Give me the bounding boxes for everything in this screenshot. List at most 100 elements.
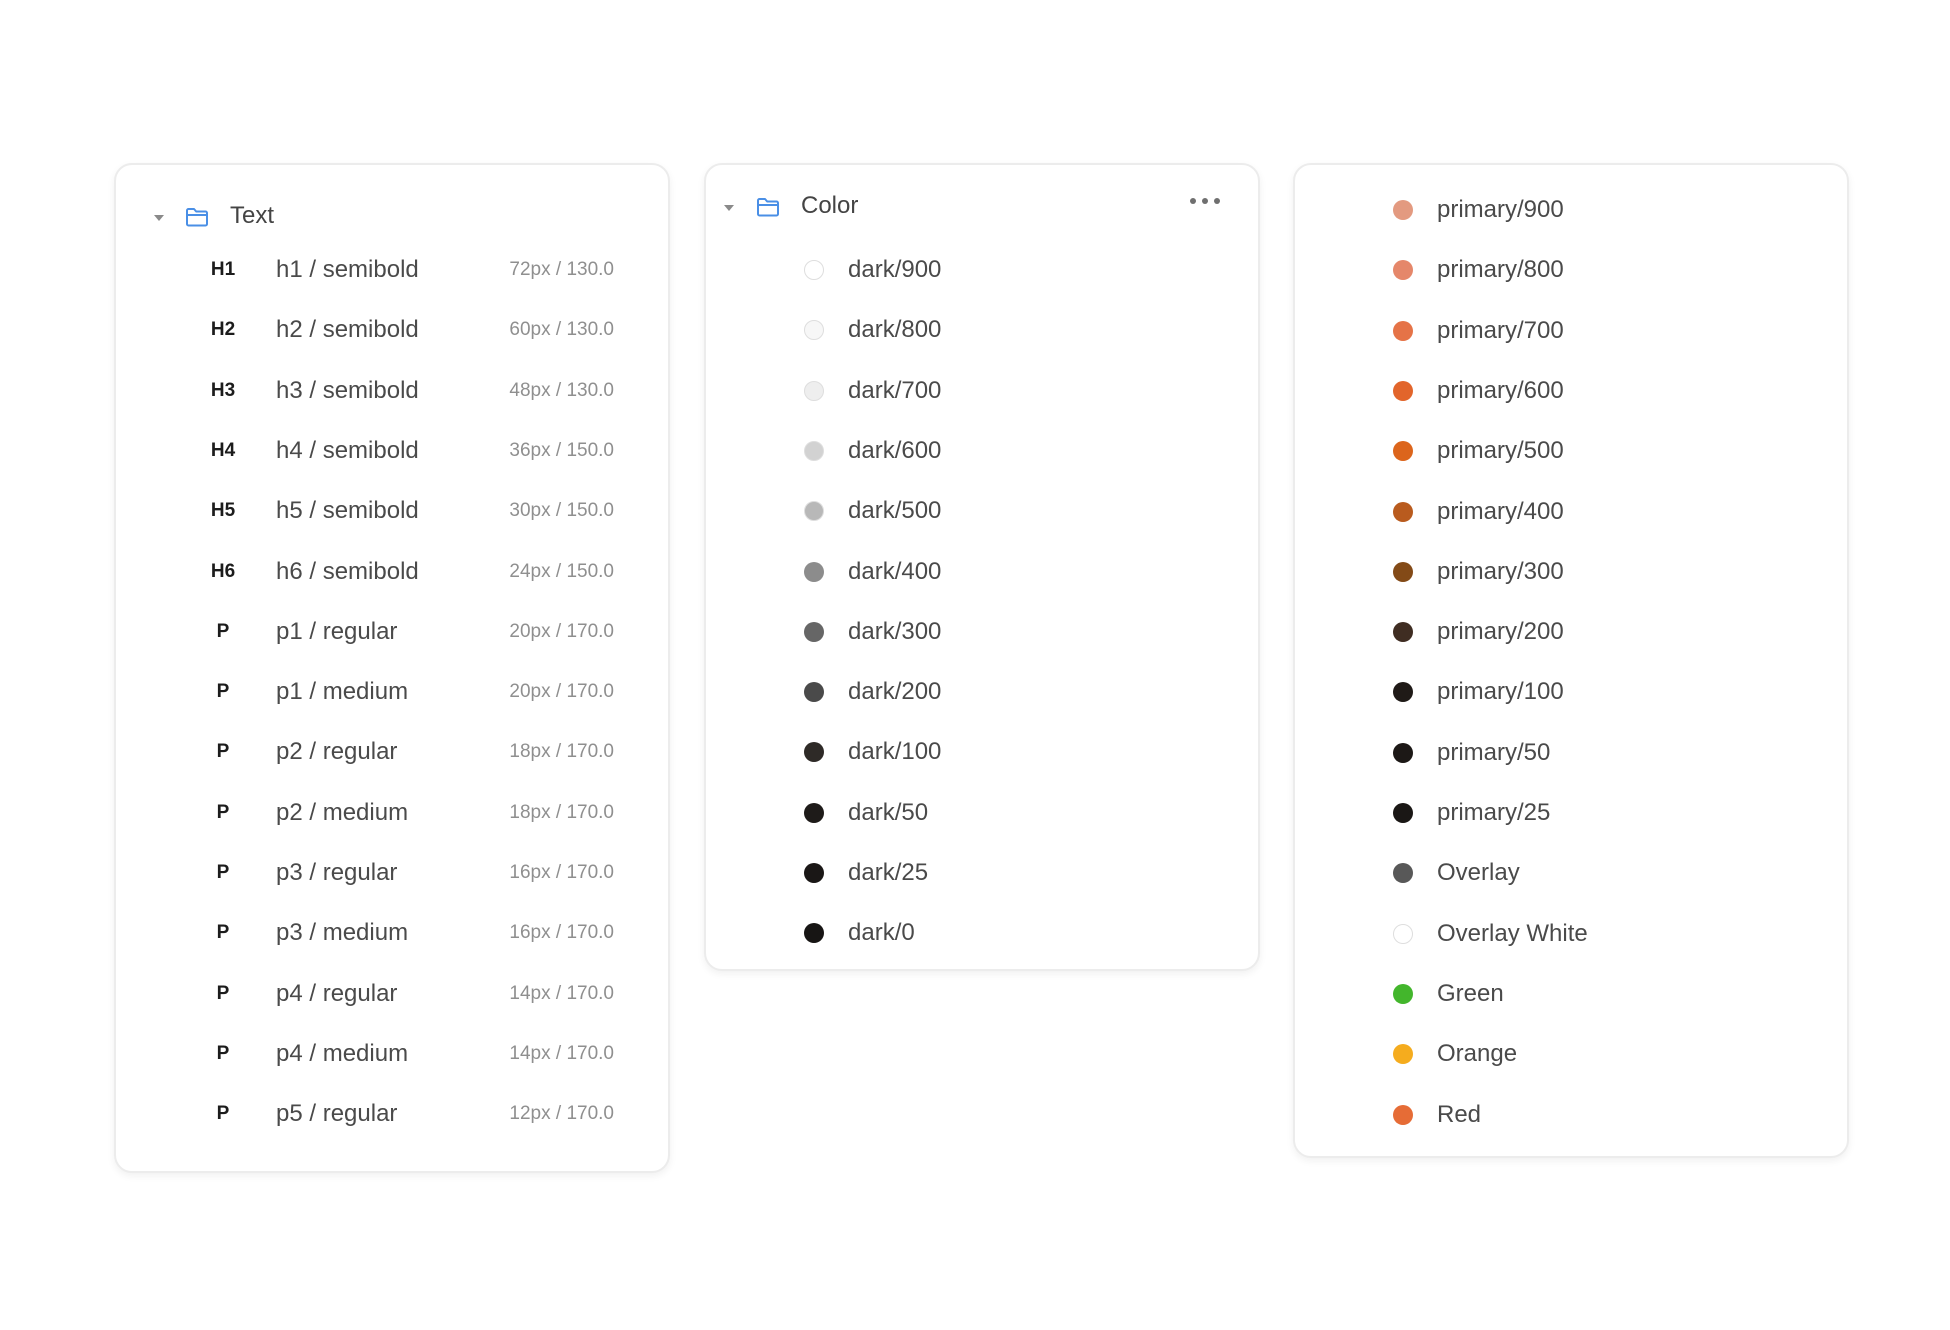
- text-style-row[interactable]: Pp3 / regular 16px / 170.0: [116, 853, 668, 893]
- text-style-meta: 36px / 150.0: [509, 439, 614, 461]
- color-swatch-name: Overlay: [1437, 859, 1520, 887]
- color-swatch-row[interactable]: dark/700: [706, 371, 1258, 411]
- text-style-name: p4 / regular: [276, 979, 398, 1007]
- color-swatch-row[interactable]: Red: [1295, 1095, 1847, 1135]
- color-swatch-dot: [1393, 441, 1413, 462]
- text-style-tag: P: [216, 620, 230, 642]
- text-style-row[interactable]: H3 h3 / semibold 48px / 130.0: [116, 371, 668, 411]
- text-style-name: p4 / medium: [276, 1039, 409, 1067]
- text-style-name: p5 / regular: [276, 1100, 398, 1128]
- text-style-row[interactable]: Pp4 / medium 14px / 170.0: [116, 1034, 668, 1074]
- color-swatch-dot: [804, 923, 824, 944]
- color-swatch-dot: [1393, 501, 1413, 522]
- group-title-color[interactable]: Color: [801, 191, 858, 221]
- color-swatch-row[interactable]: Overlay: [1295, 853, 1847, 893]
- text-style-row[interactable]: Pp3 / medium 16px / 170.0: [116, 913, 668, 953]
- color-swatch-name: dark/400: [848, 557, 942, 585]
- text-style-meta: 48px / 130.0: [509, 379, 614, 401]
- text-style-tag: P: [216, 681, 230, 703]
- text-style-row[interactable]: H1 h1 / semibold 72px / 130.0: [116, 250, 668, 290]
- color-swatch-name: dark/100: [848, 738, 942, 766]
- color-swatch-row[interactable]: dark/50: [706, 793, 1258, 833]
- text-style-row[interactable]: H6 h6 / semibold 24px / 150.0: [116, 552, 668, 592]
- collapse-caret-icon[interactable]: [154, 215, 164, 221]
- text-style-meta: 16px / 170.0: [509, 862, 614, 883]
- color-swatch-row[interactable]: primary/50: [1295, 733, 1847, 773]
- color-swatch-dot: [1393, 983, 1413, 1004]
- color-swatch-name: Green: [1437, 979, 1504, 1007]
- text-style-name: p1 / regular: [276, 617, 398, 645]
- color-swatch-row[interactable]: primary/400: [1295, 492, 1847, 532]
- color-swatch-row[interactable]: primary/900: [1295, 190, 1847, 230]
- color-swatch-name: primary/800: [1437, 256, 1564, 284]
- color-swatch-row[interactable]: primary/800: [1295, 250, 1847, 290]
- text-style-row[interactable]: Pp1 / regular 20px / 170.0: [116, 612, 668, 652]
- color-swatch-row[interactable]: dark/400: [706, 552, 1258, 592]
- color-swatch-name: dark/25: [848, 859, 929, 886]
- text-style-row[interactable]: Pp2 / medium 18px / 170.0: [116, 793, 668, 833]
- text-style-row[interactable]: Pp2 / regular 18px / 170.0: [116, 732, 668, 772]
- color-swatch-dot: [1393, 260, 1413, 281]
- group-title-text[interactable]: Text: [230, 201, 274, 231]
- color-swatch-dot: [804, 742, 824, 763]
- text-style-name: h5 / semibold: [276, 497, 419, 525]
- text-style-meta: 14px / 170.0: [509, 1042, 614, 1064]
- color-swatch-row[interactable]: dark/500: [706, 491, 1258, 531]
- collapse-caret-icon[interactable]: [724, 205, 734, 211]
- text-style-row[interactable]: Pp1 / medium 20px / 170.0: [116, 672, 668, 712]
- color-swatch-name: dark/800: [848, 316, 942, 344]
- color-swatch-row[interactable]: Orange: [1295, 1034, 1847, 1074]
- text-style-meta: 72px / 130.0: [509, 259, 614, 280]
- color-swatch-row[interactable]: primary/700: [1295, 311, 1847, 351]
- color-swatch-name: primary/200: [1437, 618, 1564, 646]
- text-style-tag: H6: [210, 560, 236, 582]
- text-style-row[interactable]: Pp5 / regular 12px / 170.0: [116, 1094, 668, 1134]
- text-style-name: h4 / semibold: [276, 436, 419, 464]
- text-style-tag: H5: [210, 500, 236, 522]
- color-swatch-row[interactable]: primary/100: [1295, 672, 1847, 712]
- color-swatch-row[interactable]: primary/200: [1295, 612, 1847, 652]
- color-swatch-row[interactable]: Overlay White: [1295, 914, 1847, 954]
- color-swatch-dot: [1393, 682, 1413, 703]
- color-swatch-row[interactable]: dark/300: [706, 612, 1258, 652]
- color-swatch-row[interactable]: Green: [1295, 974, 1847, 1014]
- color-swatch-dot: [804, 621, 824, 642]
- color-swatch-row[interactable]: primary/25: [1295, 793, 1847, 833]
- color-swatch-dot: [804, 863, 824, 883]
- color-swatch-dot: [804, 561, 824, 582]
- text-style-row[interactable]: H5 h5 / semibold 30px / 150.0: [116, 491, 668, 531]
- color-swatch-row[interactable]: primary/600: [1295, 371, 1847, 411]
- more-horizontal-icon[interactable]: [1190, 195, 1220, 207]
- text-style-meta: 30px / 150.0: [509, 500, 614, 522]
- text-style-tag: P: [216, 1103, 230, 1125]
- color-swatch-row[interactable]: dark/800: [706, 310, 1258, 350]
- color-swatch-row[interactable]: dark/600: [706, 431, 1258, 471]
- text-style-row[interactable]: H2 h2 / semibold 60px / 130.0: [116, 310, 668, 350]
- text-style-meta: 18px / 170.0: [509, 801, 614, 823]
- color-swatch-dot: [1393, 561, 1413, 582]
- text-style-tag: P: [216, 1042, 230, 1064]
- text-style-name: h1 / semibold: [276, 256, 419, 283]
- color-swatch-row[interactable]: primary/500: [1295, 431, 1847, 471]
- text-style-row[interactable]: H4 h4 / semibold 36px / 150.0: [116, 431, 668, 471]
- color-swatch-dot: [1393, 320, 1413, 341]
- color-styles-panel: Color dark/900 dark/800 dark/700 dark/600 da…: [704, 163, 1260, 971]
- color-swatch-row[interactable]: primary/300: [1295, 552, 1847, 592]
- text-style-row[interactable]: Pp4 / regular 14px / 170.0: [116, 974, 668, 1014]
- color-swatch-row[interactable]: dark/200: [706, 672, 1258, 712]
- color-swatch-row[interactable]: dark/25: [706, 853, 1258, 893]
- color-swatch-name: primary/600: [1437, 376, 1564, 404]
- color-swatch-name: primary/300: [1437, 557, 1564, 585]
- text-style-meta: 24px / 150.0: [509, 560, 614, 582]
- color-swatch-name: primary/25: [1437, 799, 1551, 826]
- text-style-name: p3 / medium: [276, 919, 409, 947]
- color-swatch-row[interactable]: dark/900: [706, 250, 1258, 290]
- text-style-meta: 60px / 130.0: [509, 319, 614, 341]
- color-swatch-dot: [1393, 923, 1413, 944]
- color-swatch-dot: [1393, 803, 1413, 823]
- color-swatch-name: dark/600: [848, 436, 942, 464]
- color-swatch-row[interactable]: dark/0: [706, 913, 1258, 953]
- color-swatch-dot: [804, 440, 824, 461]
- color-swatch-row[interactable]: dark/100: [706, 732, 1258, 772]
- text-style-meta: 20px / 170.0: [509, 620, 614, 642]
